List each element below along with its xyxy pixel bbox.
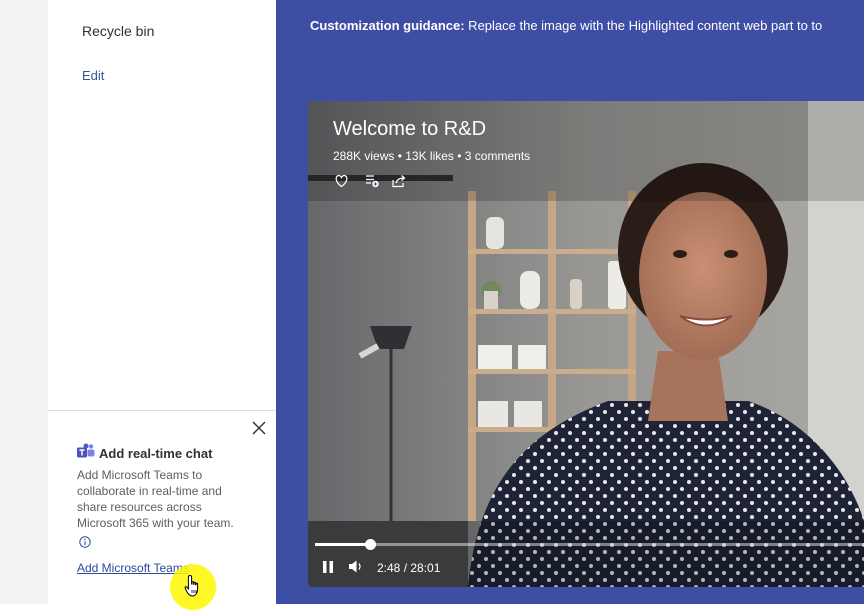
share-icon[interactable]: [392, 174, 407, 193]
teams-promo-card: Add real-time chat Add Microsoft Teams t…: [48, 410, 276, 605]
customization-guidance: Customization guidance: Replace the imag…: [310, 18, 864, 33]
video-progress-fill: [315, 543, 370, 546]
add-to-playlist-icon[interactable]: [365, 174, 380, 193]
teams-icon: [77, 443, 95, 464]
video-progress-knob[interactable]: [364, 539, 376, 550]
video-title: Welcome to R&D: [333, 118, 487, 140]
hand-cursor-icon: [184, 574, 202, 603]
video-time: 2:48 / 28:01: [377, 561, 441, 575]
info-icon[interactable]: [79, 535, 91, 553]
teams-card-header: Add real-time chat: [77, 443, 212, 464]
add-microsoft-teams-link[interactable]: Add Microsoft Teams: [77, 561, 189, 575]
nav-edit-link[interactable]: Edit: [82, 68, 104, 83]
teams-card-title: Add real-time chat: [99, 446, 213, 461]
guidance-label: Customization guidance:: [310, 18, 465, 33]
nav-item-recycle-bin[interactable]: Recycle bin: [82, 23, 154, 39]
app-rail: [0, 0, 49, 604]
site-navigation: Recycle bin Edit Add real-time chat Add …: [48, 0, 276, 605]
main-content: Customization guidance: Replace the imag…: [276, 0, 864, 604]
pause-icon[interactable]: [322, 560, 334, 579]
close-icon[interactable]: [250, 419, 268, 437]
volume-icon[interactable]: [348, 559, 364, 579]
teams-card-description: Add Microsoft Teams to collaborate in re…: [77, 468, 234, 530]
guidance-text: Replace the image with the Highlighted c…: [464, 18, 823, 33]
video-stats: 288K views • 13K likes • 3 comments: [333, 149, 531, 163]
heart-icon[interactable]: [334, 174, 349, 193]
video-progress-bar[interactable]: [315, 539, 864, 550]
video-player[interactable]: Welcome to R&D 288K views • 13K likes • …: [308, 101, 864, 587]
